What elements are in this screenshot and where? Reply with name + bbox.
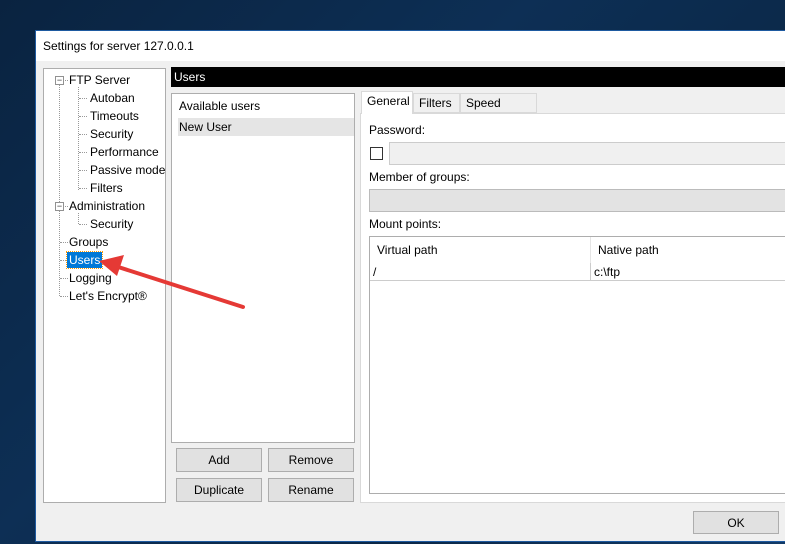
tab-general[interactable]: General — [361, 91, 413, 114]
tree-connector — [79, 188, 87, 189]
tree-connector — [79, 98, 87, 99]
tree-item-performance[interactable]: Performance — [88, 144, 161, 160]
tree-item-timeouts[interactable]: Timeouts — [88, 108, 141, 124]
mount-points-table[interactable]: Virtual path Native path / c:\ftp — [369, 236, 785, 494]
tab-speed-limits[interactable]: Speed Limits — [460, 93, 537, 129]
tree-connector — [79, 152, 87, 153]
tree-connector — [79, 116, 87, 117]
groups-label: Member of groups: — [369, 170, 470, 184]
tree-item-users[interactable]: Users — [65, 251, 104, 269]
duplicate-user-button[interactable]: Duplicate — [176, 478, 262, 502]
available-users-heading: Available users — [179, 99, 261, 113]
mount-points-label: Mount points: — [369, 217, 442, 231]
column-native-path[interactable]: Native path — [591, 237, 785, 263]
tree-item-ftp-server[interactable]: FTP Server — [67, 72, 132, 88]
user-item-new-user[interactable]: New User — [178, 118, 354, 136]
add-user-button[interactable]: Add — [176, 448, 262, 472]
tree-item-security[interactable]: Security — [88, 216, 135, 232]
tab-filters[interactable]: Filters — [413, 93, 460, 113]
ok-button[interactable]: OK — [693, 511, 779, 534]
settings-dialog: Settings for server 127.0.0.1 − FTP Serve… — [35, 30, 785, 542]
tree-connector — [79, 170, 87, 171]
window-title: Settings for server 127.0.0.1 — [43, 39, 194, 53]
tree-item-groups[interactable]: Groups — [67, 234, 110, 250]
cell-virtual-path: / — [373, 265, 377, 279]
tree-item-let-s-encrypt[interactable]: Let's Encrypt® — [67, 288, 149, 304]
collapse-icon[interactable]: − — [55, 76, 64, 85]
password-label: Password: — [369, 123, 426, 137]
users-list[interactable]: Available users New User — [171, 93, 355, 443]
title-bar: Settings for server 127.0.0.1 — [36, 31, 785, 61]
tree-item-filters[interactable]: Filters — [88, 180, 125, 196]
tree-connector — [79, 134, 87, 135]
column-virtual-path[interactable]: Virtual path — [370, 237, 591, 263]
collapse-icon[interactable]: − — [55, 202, 64, 211]
groups-field[interactable] — [369, 189, 785, 212]
tree-item-administration[interactable]: Administration — [67, 198, 147, 214]
table-row[interactable]: / c:\ftp — [370, 263, 785, 281]
section-header: Users — [171, 67, 785, 87]
tree-item-passive-mode[interactable]: Passive mode — [88, 162, 167, 178]
cell-native-path: c:\ftp — [590, 263, 620, 281]
tree-item-autoban[interactable]: Autoban — [88, 90, 137, 106]
remove-user-button[interactable]: Remove — [268, 448, 354, 472]
tree-item-security[interactable]: Security — [88, 126, 135, 142]
password-checkbox[interactable] — [370, 147, 383, 160]
tree-item-logging[interactable]: Logging — [67, 270, 114, 286]
tree-connector — [79, 224, 87, 225]
settings-tree[interactable]: − FTP Server Autoban Timeouts Security Perfor… — [43, 68, 166, 503]
password-input[interactable] — [389, 142, 785, 165]
general-panel: Password: Member of groups: Mount points… — [360, 113, 785, 503]
rename-user-button[interactable]: Rename — [268, 478, 354, 502]
